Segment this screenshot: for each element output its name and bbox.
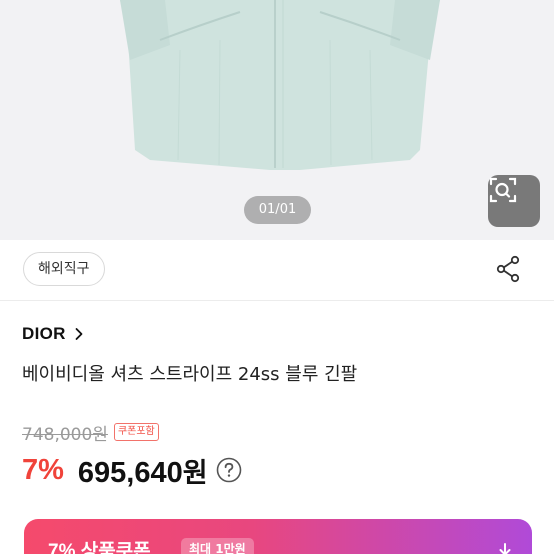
product-title: 베이비디올 셔츠 스트라이프 24ss 블루 긴팔: [22, 364, 358, 385]
image-search-button[interactable]: [488, 175, 540, 227]
image-search-icon: [489, 177, 517, 203]
original-price: 748,000원: [22, 424, 108, 445]
original-price-row: 748,000원 쿠폰포함: [22, 421, 159, 445]
product-image-gallery[interactable]: 01/01: [0, 0, 554, 240]
coupon-max-badge: 최대 1만원: [181, 538, 254, 554]
final-price-value: 695,640: [77, 456, 183, 489]
final-price-row: 7% 695,640원: [22, 450, 242, 490]
discount-rate: 7%: [22, 453, 64, 486]
overseas-direct-badge: 해외직구: [23, 252, 105, 286]
image-counter: 01/01: [244, 196, 311, 224]
question-circle-icon[interactable]: [216, 457, 242, 483]
download-icon: [499, 543, 511, 554]
coupon-banner-button[interactable]: 7% 상품쿠폰 최대 1만원: [24, 519, 532, 554]
brand-link[interactable]: DIOR: [22, 322, 86, 346]
final-price: 695,640원: [78, 451, 208, 490]
chevron-right-icon: [75, 328, 83, 340]
share-icon: [496, 255, 520, 283]
share-button[interactable]: [494, 254, 524, 284]
coupon-banner-title: 7% 상품쿠폰: [48, 541, 151, 554]
coupon-included-tag: 쿠폰포함: [113, 423, 159, 441]
currency-unit: 원: [182, 457, 208, 488]
section-divider: [0, 300, 554, 301]
brand-name: DIOR: [22, 324, 66, 343]
